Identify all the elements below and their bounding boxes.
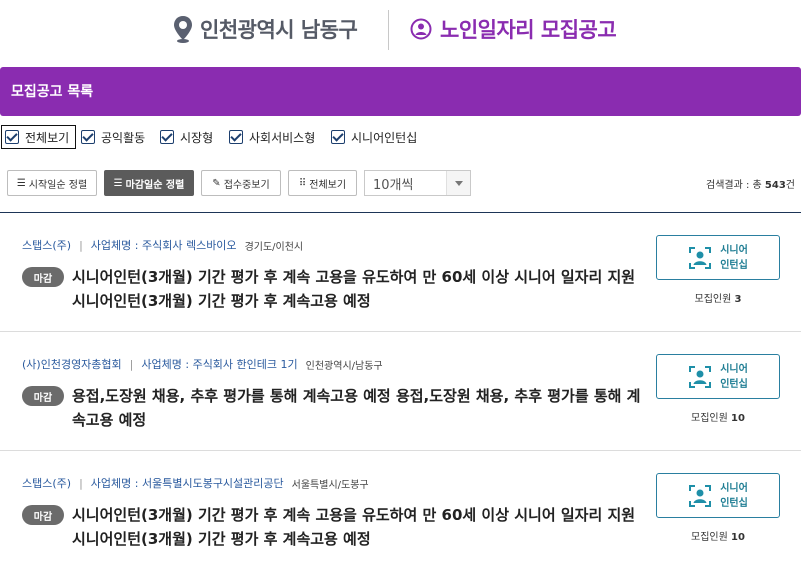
- item-meta: 스탭스(주) | 사업체명 : 주식회사 렉스바이오 경기도/이천시: [22, 237, 303, 253]
- page-size-value: 10개씩: [373, 177, 414, 193]
- filter-label: 사회서비스형: [249, 130, 316, 145]
- category-line1: 시니어: [720, 244, 748, 256]
- item-location: 서울특별시/도봉구: [291, 479, 369, 491]
- item-org: (사)인천경영자총협회: [22, 358, 122, 371]
- filter-label: 시니어인턴십: [351, 130, 418, 145]
- category-line1: 시니어: [720, 363, 748, 375]
- filter-senior-internship[interactable]: 시니어인턴십: [331, 125, 417, 149]
- item-org: 스탭스(주): [22, 239, 72, 252]
- filter-label: 전체보기: [25, 130, 70, 145]
- meta-separator: |: [129, 357, 134, 371]
- recruit-count: 모집인원 10: [656, 528, 780, 543]
- status-badge: 마감: [22, 505, 64, 525]
- recruit-number: 10: [731, 532, 745, 543]
- show-all-button[interactable]: ⠿ 전체보기: [288, 170, 357, 196]
- checkbox-checked-icon[interactable]: [81, 130, 95, 144]
- category-line2: 인턴십: [720, 497, 748, 509]
- list-icon: ☰: [16, 177, 26, 189]
- item-location: 인천광역시/남동구: [305, 360, 383, 372]
- meta-separator: |: [79, 476, 83, 490]
- list-item[interactable]: (사)인천경영자총협회 | 사업체명 : 주식회사 한인테크 1기 인천광역시/…: [0, 332, 801, 451]
- item-company: 사업체명 : 주식회사 렉스바이오: [90, 239, 237, 252]
- filter-market[interactable]: 시장형: [160, 125, 213, 149]
- result-count: 543: [764, 180, 786, 191]
- category-badge: 시니어인턴십: [656, 235, 780, 280]
- header-divider: [388, 10, 389, 50]
- list-item[interactable]: 스탭스(주) | 사업체명 : 주식회사 렉스바이오 경기도/이천시 마감 시니…: [0, 213, 801, 332]
- list-toolbar: ☰ 시작일순 정렬 ☰ 마감일순 정렬 ✎ 접수중보기 ⠿ 전체보기 10개씩 …: [0, 170, 805, 198]
- section-title: 모집공고 목록: [11, 84, 94, 100]
- checkbox-checked-icon[interactable]: [5, 130, 19, 144]
- item-title[interactable]: 시니어인턴(3개월) 기간 평가 후 계속 고용을 유도하여 만 60세 이상 …: [72, 265, 642, 313]
- recruit-number: 10: [731, 413, 745, 424]
- person-circle-icon: [410, 18, 432, 40]
- page-title: 노인일자리 모집공고: [410, 14, 617, 44]
- button-label: 시작일순 정렬: [28, 179, 88, 191]
- list-item[interactable]: 스탭스(주) | 사업체명 : 서울특별시도봉구시설관리공단 서울특별시/도봉구…: [0, 451, 801, 564]
- chevron-down-icon[interactable]: [446, 171, 470, 195]
- filter-label: 공익활동: [101, 130, 146, 145]
- person-frame-icon: [689, 246, 712, 269]
- recruit-label: 모집인원: [694, 294, 732, 305]
- category-label: 시니어인턴십: [720, 481, 748, 511]
- item-org: 스탭스(주): [22, 477, 72, 490]
- page-size-select[interactable]: 10개씩: [364, 170, 471, 196]
- button-label: 마감일순 정렬: [125, 179, 185, 191]
- recruit-count: 모집인원 3: [656, 290, 780, 305]
- recruit-number: 3: [734, 294, 742, 305]
- region-text: 인천광역시 남동구: [200, 18, 358, 42]
- status-badge: 마감: [22, 386, 64, 406]
- item-title[interactable]: 시니어인턴(3개월) 기간 평가 후 계속 고용을 유도하여 만 60세 이상 …: [72, 503, 642, 551]
- meta-separator: |: [79, 238, 83, 252]
- category-line1: 시니어: [720, 482, 748, 494]
- item-location: 경기도/이천시: [244, 241, 304, 253]
- category-line2: 인턴십: [720, 378, 748, 390]
- item-company: 사업체명 : 서울특별시도봉구시설관리공단: [90, 477, 284, 490]
- page-header: 인천광역시 남동구 노인일자리 모집공고: [0, 0, 805, 62]
- pencil-icon: ✎: [212, 177, 221, 189]
- category-line2: 인턴십: [720, 259, 748, 271]
- category-badge: 시니어인턴십: [656, 354, 780, 399]
- item-company: 사업체명 : 주식회사 한인테크 1기: [141, 358, 298, 371]
- show-open-button[interactable]: ✎ 접수중보기: [201, 170, 281, 196]
- recruit-count: 모집인원 10: [656, 409, 780, 424]
- item-title[interactable]: 용접,도장원 채용, 추후 평가를 통해 계속고용 예정 용접,도장원 채용, …: [72, 384, 642, 432]
- recruit-label: 모집인원: [691, 413, 728, 424]
- item-meta: 스탭스(주) | 사업체명 : 서울특별시도봉구시설관리공단 서울특별시/도봉구: [22, 475, 369, 491]
- location-pin-icon: [174, 16, 192, 43]
- status-badge: 마감: [22, 267, 64, 287]
- person-frame-icon: [689, 365, 712, 388]
- item-meta: (사)인천경영자총협회 | 사업체명 : 주식회사 한인테크 1기 인천광역시/…: [22, 356, 383, 372]
- checkbox-checked-icon[interactable]: [229, 130, 243, 144]
- recruit-label: 모집인원: [691, 532, 728, 543]
- sort-end-date-button[interactable]: ☰ 마감일순 정렬: [104, 170, 194, 196]
- filter-all[interactable]: 전체보기: [1, 125, 77, 149]
- region-label: 인천광역시 남동구: [172, 14, 358, 44]
- filter-social-service[interactable]: 사회서비스형: [229, 125, 315, 149]
- person-frame-icon: [689, 484, 712, 507]
- category-badge: 시니어인턴십: [656, 473, 780, 518]
- section-title-bar: 모집공고 목록: [0, 67, 801, 116]
- result-unit: 건: [785, 180, 795, 191]
- search-result-count: 검색결과 : 총 543건: [706, 176, 795, 191]
- grid-icon: ⠿: [298, 177, 307, 189]
- category-filters: 전체보기 공익활동 시장형 사회서비스형 시니어인턴십: [0, 125, 805, 151]
- list-icon: ☰: [113, 177, 123, 189]
- result-label: 검색결과 : 총: [706, 180, 765, 191]
- category-label: 시니어인턴십: [720, 243, 748, 273]
- checkbox-checked-icon[interactable]: [160, 130, 174, 144]
- sort-start-date-button[interactable]: ☰ 시작일순 정렬: [7, 170, 97, 196]
- filter-public-service[interactable]: 공익활동: [81, 125, 145, 149]
- button-label: 전체보기: [309, 179, 347, 191]
- page-title-text: 노인일자리 모집공고: [440, 18, 617, 42]
- filter-label: 시장형: [180, 130, 214, 145]
- button-label: 접수중보기: [223, 179, 270, 191]
- checkbox-checked-icon[interactable]: [331, 130, 345, 144]
- category-label: 시니어인턴십: [720, 362, 748, 392]
